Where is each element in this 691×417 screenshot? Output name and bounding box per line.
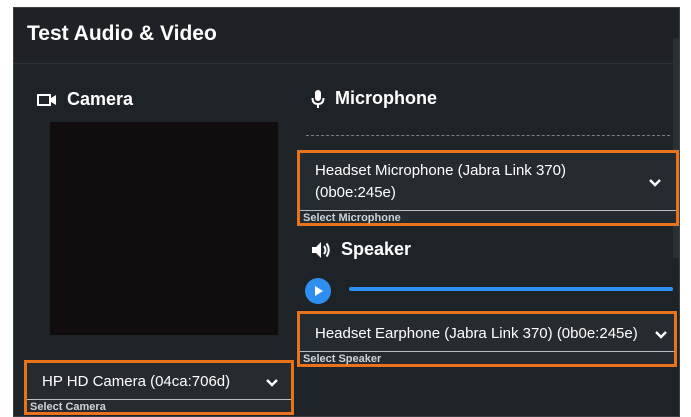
dialog-titlebar: Test Audio & Video [14,8,679,64]
speaker-test-progress[interactable] [349,287,673,291]
speaker-select[interactable]: Headset Earphone (Jabra Link 370) (0b0e:… [297,311,677,367]
camera-select[interactable]: HP HD Camera (04ca:706d) Select Camera [24,360,294,415]
speaker-heading: Speaker [311,239,411,260]
chevron-down-icon [266,379,278,387]
microphone-select-value-line1: Headset Microphone (Jabra Link 370) [315,162,566,179]
camera-select-caption: Select Camera [30,401,106,413]
camera-select-value: HP HD Camera (04ca:706d) [42,373,231,390]
microphone-icon [311,89,325,108]
speaker-icon [312,241,330,258]
speaker-heading-label: Speaker [341,239,412,259]
play-button[interactable] [305,278,331,304]
divider [306,135,670,136]
camera-heading-label: Camera [67,89,134,109]
test-audio-video-dialog: Test Audio & Video Camera HP HD Camera (… [13,7,680,417]
microphone-select-value-line2: (0b0e:245e) [315,184,396,201]
speaker-select-caption: Select Speaker [303,353,382,365]
microphone-select[interactable]: Headset Microphone (Jabra Link 370) (0b0… [297,150,679,226]
play-icon [315,286,323,296]
microphone-heading: Microphone [311,88,437,109]
speaker-select-value: Headset Earphone (Jabra Link 370) (0b0e:… [315,325,638,342]
microphone-select-caption: Select Microphone [303,212,401,224]
dialog-title: Test Audio & Video [27,22,217,45]
microphone-select-value: Headset Microphone (Jabra Link 370) (0b0… [315,160,636,204]
video-camera-icon [37,93,56,106]
chevron-down-icon [649,179,661,187]
camera-preview [50,122,278,335]
speaker-select-underline [300,351,674,352]
camera-heading: Camera [37,89,133,110]
microphone-heading-label: Microphone [335,88,437,108]
chevron-down-icon [655,331,667,339]
microphone-select-underline [300,210,676,211]
camera-select-underline [27,399,291,400]
speaker-test-progress-fill [349,287,673,291]
